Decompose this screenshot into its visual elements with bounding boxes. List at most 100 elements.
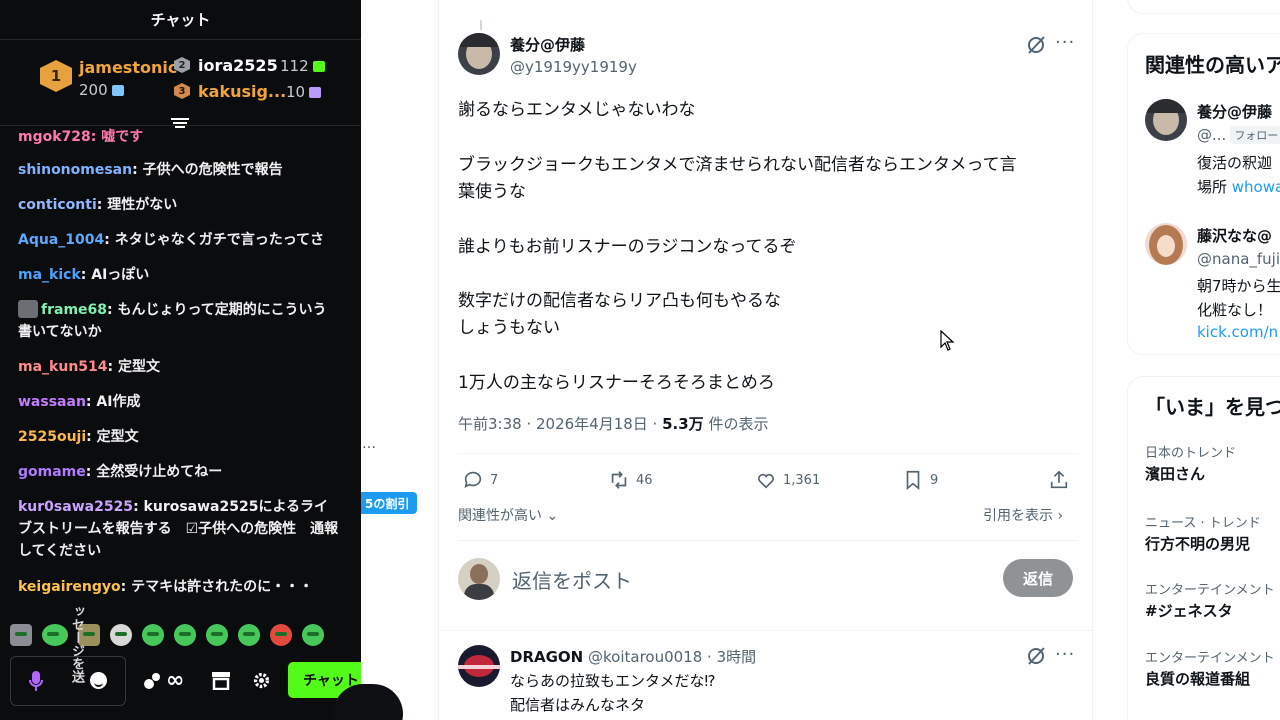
- chat-username[interactable]: keigairengyo: [18, 579, 121, 595]
- leaderboard-count: 112: [280, 57, 325, 75]
- chat-username[interactable]: ma_kick: [18, 267, 81, 283]
- account-handle[interactable]: @...フォローされています: [1197, 126, 1280, 144]
- leaderboard-user[interactable]: kakusig...: [198, 82, 286, 101]
- emote-icon[interactable]: [10, 624, 32, 646]
- more-options-icon[interactable]: ···: [1055, 644, 1075, 665]
- reply-author-avatar[interactable]: [458, 645, 500, 687]
- tweet-text-line: 謝るならエンタメじゃないわな: [458, 100, 696, 120]
- author-name[interactable]: 養分@伊藤: [510, 34, 585, 55]
- reply-icon: [464, 471, 482, 488]
- emoji-picker-icon[interactable]: [90, 672, 107, 689]
- trend-category: エンターテインメント: [1145, 583, 1275, 598]
- reply-author[interactable]: DRAGON @koitarou0018 · 3時間: [510, 646, 756, 667]
- trend-item[interactable]: 良質の報道番組: [1145, 668, 1250, 689]
- rank-3-medal-icon: 3: [174, 83, 190, 99]
- chat-text: : 子供への危険性で報告: [132, 162, 283, 178]
- chat-username[interactable]: gomame: [18, 464, 86, 480]
- tweet-text-line: 誰よりもお前リスナーのラジコンなってるぞ: [458, 237, 797, 257]
- chat-messages: mgok728: 嘘です shinonomesan: 子供への危険性で報告 co…: [0, 127, 361, 607]
- emote-icon[interactable]: [302, 624, 324, 646]
- chat-username[interactable]: conticonti: [18, 197, 97, 213]
- grok-icon[interactable]: [1026, 35, 1046, 55]
- store-icon[interactable]: [211, 671, 231, 690]
- rank-1-medal-icon: 1: [40, 60, 72, 92]
- reply-input[interactable]: 返信をポスト: [512, 565, 632, 594]
- chat-username[interactable]: frame68: [41, 302, 107, 318]
- mouse-cursor-icon: [940, 330, 955, 351]
- view-quotes-link[interactable]: 引用を表示 ›: [983, 505, 1063, 525]
- chevron-right-icon: ›: [1053, 508, 1064, 524]
- chat-message: ma_kun514: 定型文: [18, 356, 340, 378]
- trend-category: ニュース · トレンド: [1145, 516, 1261, 531]
- emote-icon[interactable]: [270, 624, 292, 646]
- chat-text: : 理性がない: [96, 197, 178, 213]
- share-action[interactable]: [1048, 469, 1070, 491]
- divider: [458, 540, 1078, 541]
- chat-username[interactable]: ma_kun514: [18, 359, 108, 375]
- emote-icon[interactable]: [42, 624, 68, 646]
- chat-input-placeholder: ッセージを送: [69, 605, 84, 683]
- microphone-icon[interactable]: [28, 670, 44, 692]
- chat-username[interactable]: kur0sawa2525: [18, 499, 133, 515]
- grok-icon[interactable]: [1026, 646, 1046, 666]
- gift-icon: [312, 61, 325, 72]
- chat-username[interactable]: shinonomesan: [18, 162, 132, 178]
- floating-button[interactable]: [333, 684, 403, 720]
- infinity-icon[interactable]: ∞: [166, 668, 184, 693]
- bio-link[interactable]: whowatch: [1232, 178, 1280, 196]
- like-action[interactable]: 1,361: [755, 469, 820, 491]
- chat-message: Aqua_1004: ネタじゃなくガチで言ったってさ: [18, 229, 340, 251]
- reply-count: 7: [490, 472, 499, 488]
- trend-item[interactable]: 行方不明の男児: [1145, 533, 1250, 554]
- chat-message: gomame: 全然受け止めてねー: [18, 461, 340, 483]
- account-handle[interactable]: @nana_fujisawa: [1197, 250, 1280, 268]
- author-avatar[interactable]: [458, 33, 500, 75]
- tweet-text-line: 数字だけの配信者ならリア凸も何もやるな: [458, 291, 781, 311]
- chat-username[interactable]: 2525ouji: [18, 429, 86, 445]
- subscriber-badge-icon: [18, 300, 38, 318]
- tweet-timestamp[interactable]: 午前3:38 · 2026年4月18日 · 5.3万 件の表示: [458, 413, 768, 434]
- trend-item[interactable]: #ジェネスタ: [1145, 600, 1233, 621]
- settings-gear-icon[interactable]: [253, 672, 270, 689]
- user-avatar[interactable]: [458, 558, 500, 600]
- badges-icon[interactable]: [143, 671, 163, 691]
- discount-badge[interactable]: 5の割引: [361, 492, 418, 514]
- trend-item[interactable]: 濱田さん: [1145, 463, 1205, 484]
- bookmark-action[interactable]: 9: [902, 469, 938, 491]
- emote-icon[interactable]: [206, 624, 228, 646]
- retweet-action[interactable]: 46: [608, 469, 653, 491]
- tweet-text-line: しょうもない: [458, 318, 560, 338]
- account-name[interactable]: 養分@伊藤: [1197, 101, 1272, 122]
- thread-connector: [480, 20, 482, 30]
- divider: [438, 630, 1093, 631]
- account-name[interactable]: 藤沢なな@: [1197, 225, 1272, 246]
- chat-text: : 全然受け止めてねー: [85, 464, 223, 480]
- retweet-count: 46: [636, 472, 653, 488]
- bio-link[interactable]: kick.com/n: [1197, 323, 1278, 341]
- reply-author-name: DRAGON: [510, 648, 584, 666]
- leaderboard-user[interactable]: iora2525: [198, 56, 278, 75]
- emote-icon[interactable]: [238, 624, 260, 646]
- emote-icon[interactable]: [142, 624, 164, 646]
- author-handle[interactable]: @y1919yy1919y: [510, 58, 637, 76]
- reply-action[interactable]: 7: [462, 469, 498, 491]
- emote-bar: [10, 620, 324, 650]
- trend-category: 日本のトレンド: [1145, 446, 1237, 461]
- chat-text: : AI作成: [85, 394, 141, 410]
- trend-category: エンターテインメント: [1145, 651, 1275, 666]
- chat-username[interactable]: wassaan: [18, 394, 86, 410]
- emote-icon[interactable]: [110, 624, 132, 646]
- emote-icon[interactable]: [174, 624, 196, 646]
- account-avatar[interactable]: [1145, 99, 1187, 141]
- leaderboard-user[interactable]: jamestonic: [79, 58, 177, 77]
- reply-button[interactable]: 返信: [1003, 559, 1073, 597]
- more-options-icon[interactable]: ···: [1055, 32, 1075, 53]
- account-avatar[interactable]: [1145, 223, 1187, 265]
- chat-username[interactable]: Aqua_1004: [18, 232, 104, 248]
- chat-text: : 定型文: [107, 359, 160, 375]
- chat-message: kur0sawa2525: kurosawa2525によるライブストリームを報告…: [18, 496, 340, 562]
- share-icon: [1050, 470, 1068, 489]
- reply-sort-dropdown[interactable]: 関連性が高い ⌄: [458, 505, 558, 525]
- reply-text-line: 配信者はみんなネタ: [510, 696, 646, 714]
- chevron-down-icon: ⌄: [542, 508, 559, 524]
